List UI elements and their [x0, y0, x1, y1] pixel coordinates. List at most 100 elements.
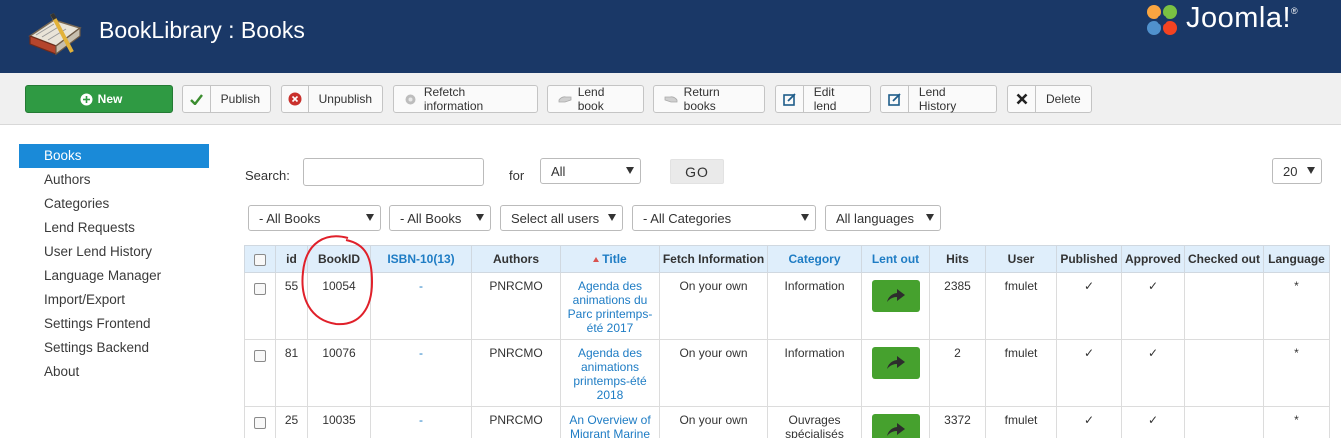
return-books-label: Return books [683, 85, 720, 113]
return-books-button[interactable]: Return books [653, 85, 765, 113]
chevron-down-icon [626, 167, 634, 174]
cell-title-link[interactable]: Agenda des animations du Parc printemps-… [560, 272, 660, 340]
cell-approved[interactable]: ✓ [1121, 406, 1185, 438]
cell-isbn[interactable]: - [370, 406, 472, 438]
column-header-checked-out[interactable]: Checked out [1184, 245, 1264, 273]
categories-filter-select[interactable]: - All Categories [632, 205, 816, 231]
row-checkbox-cell [244, 272, 276, 340]
select-all-checkbox-cell [244, 245, 276, 273]
search-input[interactable] [303, 158, 484, 186]
column-header-language[interactable]: Language [1263, 245, 1330, 273]
sidebar-item-lend-requests[interactable]: Lend Requests [19, 216, 209, 240]
cell-authors: PNRCMO [471, 272, 561, 340]
lend-book-button[interactable]: Lend book [547, 85, 644, 113]
books-filter-value: - All Books [259, 210, 321, 226]
sidebar-item-books[interactable]: Books [19, 144, 209, 168]
users-filter-select[interactable]: Select all users [500, 205, 623, 231]
sidebar-item-authors[interactable]: Authors [19, 168, 209, 192]
search-field-value: All [551, 163, 566, 179]
cell-bookid: 10054 [307, 272, 371, 340]
cell-checked-out [1184, 272, 1264, 340]
cell-isbn[interactable]: - [370, 272, 472, 340]
column-header-authors[interactable]: Authors [471, 245, 561, 273]
joomla-logo-icon [1147, 5, 1177, 35]
hand-icon [554, 86, 576, 112]
publish-label: Publish [220, 92, 260, 106]
sidebar-item-language-manager[interactable]: Language Manager [19, 264, 209, 288]
edit-icon [776, 86, 804, 112]
table-row: 81 10076 - PNRCMO Agenda des animations … [244, 339, 1330, 407]
return-icon [660, 86, 682, 112]
page-size-value: 20 [1283, 163, 1298, 179]
sidebar-item-settings-frontend[interactable]: Settings Frontend [19, 312, 209, 336]
column-header-isbn[interactable]: ISBN-10(13) [370, 245, 472, 273]
row-checkbox[interactable] [254, 417, 266, 429]
edit-lend-label: Edit lend [813, 85, 837, 113]
books-filter-select-2[interactable]: - All Books [389, 205, 491, 231]
column-header-category[interactable]: Category [767, 245, 862, 273]
row-checkbox-cell [244, 339, 276, 407]
arrow-right-icon [886, 289, 905, 302]
lend-history-label: Lend History [918, 85, 957, 113]
column-header-published[interactable]: Published [1056, 245, 1122, 273]
chevron-down-icon [608, 214, 616, 221]
books-filter-select[interactable]: - All Books [248, 205, 381, 231]
column-header-approved[interactable]: Approved [1121, 245, 1185, 273]
languages-filter-select[interactable]: All languages [825, 205, 941, 231]
cell-checked-out [1184, 406, 1264, 438]
joomla-brand: Joomla!® [1186, 2, 1298, 35]
column-header-lent-out[interactable]: Lent out [861, 245, 930, 273]
toolbar: New Publish Unpublish Refetch informatio… [0, 73, 1341, 125]
publish-button[interactable]: Publish [182, 85, 271, 113]
sidebar-item-user-lend-history[interactable]: User Lend History [19, 240, 209, 264]
app-header: BookLibrary : Books Joomla!® [0, 0, 1341, 73]
cell-published[interactable]: ✓ [1056, 339, 1122, 407]
column-header-bookid[interactable]: BookID [307, 245, 371, 273]
refresh-icon [400, 86, 422, 112]
cell-approved[interactable]: ✓ [1121, 339, 1185, 407]
cell-isbn[interactable]: - [370, 339, 472, 407]
sort-ascending-icon [593, 257, 600, 262]
go-button[interactable]: GO [670, 159, 724, 184]
unpublish-button[interactable]: Unpublish [281, 85, 383, 113]
column-header-id[interactable]: id [275, 245, 308, 273]
new-button[interactable]: New [25, 85, 173, 113]
lend-out-button[interactable] [871, 347, 920, 379]
cell-title-link[interactable]: An Overview of Migrant Marine [560, 406, 660, 438]
column-header-user[interactable]: User [985, 245, 1057, 273]
search-field-select[interactable]: All [540, 158, 641, 184]
column-header-fetch-information[interactable]: Fetch Information [659, 245, 768, 273]
lend-out-button[interactable] [871, 280, 920, 312]
users-filter-value: Select all users [511, 210, 600, 226]
cell-language: * [1263, 272, 1330, 340]
sidebar-item-settings-backend[interactable]: Settings Backend [19, 336, 209, 360]
refetch-label: Refetch information [423, 85, 484, 113]
sidebar-item-categories[interactable]: Categories [19, 192, 209, 216]
lend-history-button[interactable]: Lend History [880, 85, 997, 113]
sidebar-item-import-export[interactable]: Import/Export [19, 288, 209, 312]
delete-button[interactable]: Delete [1007, 85, 1092, 113]
cell-published[interactable]: ✓ [1056, 272, 1122, 340]
cell-title-link[interactable]: Agenda des animations printemps-été 2018 [560, 339, 660, 407]
lend-book-label: Lend book [577, 85, 605, 113]
cell-published[interactable]: ✓ [1056, 406, 1122, 438]
cell-authors: PNRCMO [471, 406, 561, 438]
edit-lend-button[interactable]: Edit lend [775, 85, 871, 113]
lend-out-button[interactable] [871, 414, 920, 438]
row-checkbox[interactable] [254, 283, 266, 295]
page-size-select[interactable]: 20 [1272, 158, 1322, 184]
x-circle-icon [282, 86, 309, 112]
column-header-title[interactable]: Title [560, 245, 660, 273]
cell-checked-out [1184, 339, 1264, 407]
select-all-checkbox[interactable] [254, 253, 266, 266]
cell-authors: PNRCMO [471, 339, 561, 407]
unpublish-label: Unpublish [318, 92, 372, 106]
column-header-title-label: Title [602, 252, 627, 266]
sidebar-item-about[interactable]: About [19, 360, 209, 384]
column-header-hits[interactable]: Hits [929, 245, 986, 273]
row-checkbox[interactable] [254, 350, 266, 362]
refetch-information-button[interactable]: Refetch information [393, 85, 538, 113]
chevron-down-icon [476, 214, 484, 221]
cell-approved[interactable]: ✓ [1121, 272, 1185, 340]
search-label: Search: [245, 168, 290, 183]
